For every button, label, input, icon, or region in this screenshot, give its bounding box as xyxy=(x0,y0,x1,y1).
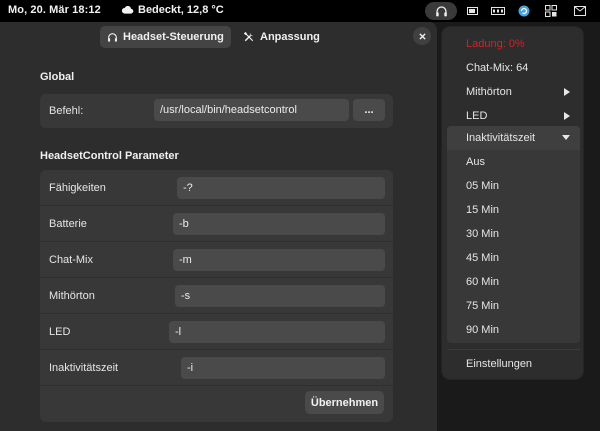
notifications-icon xyxy=(574,6,586,16)
notifications-tray-button[interactable] xyxy=(573,2,587,20)
tab-label: Headset-Steuerung xyxy=(123,31,224,43)
clock[interactable]: Mo, 20. Mär 18:12 xyxy=(8,4,101,16)
global-section-title: Global xyxy=(40,71,75,83)
sidetone-input[interactable]: -s xyxy=(175,285,385,307)
param-row-battery: Batterie -b xyxy=(40,206,393,242)
chat-mix-input[interactable]: -m xyxy=(173,249,385,271)
apps-tray-button[interactable] xyxy=(544,2,558,20)
menu-item-sidetone[interactable]: Mithörton xyxy=(447,80,580,104)
tab-label: Anpassung xyxy=(260,31,320,43)
weather-text: Bedeckt, 12,8 °C xyxy=(138,3,224,16)
param-label: Inaktivitätszeit xyxy=(49,362,119,374)
tools-icon xyxy=(243,31,254,42)
submenu-item-75-min[interactable]: 75 Min xyxy=(447,294,580,318)
close-button[interactable] xyxy=(413,27,431,45)
submenu-item-90-min[interactable]: 90 Min xyxy=(447,318,580,342)
menu-item-label: Mithörton xyxy=(466,86,512,98)
chevron-right-icon xyxy=(564,112,570,120)
submenu-item-15-min[interactable]: 15 Min xyxy=(447,198,580,222)
capabilities-input[interactable]: -? xyxy=(177,177,385,199)
param-label: Chat-Mix xyxy=(49,254,94,266)
update-icon xyxy=(518,5,530,17)
menu-item-label: Inaktivitätszeit xyxy=(466,132,536,144)
menu-item-chat-mix: Chat-Mix: 64 xyxy=(466,62,529,74)
param-row-chat-mix: Chat-Mix -m xyxy=(40,242,393,278)
menu-separator xyxy=(447,349,580,350)
top-panel: Mo, 20. Mär 18:12 Bedeckt, 12,8 °C xyxy=(0,0,600,22)
chevron-right-icon xyxy=(564,88,570,96)
network-tray-button[interactable] xyxy=(490,2,506,20)
submenu-item-45-min[interactable]: 45 Min xyxy=(447,246,580,270)
param-label: Batterie xyxy=(49,218,87,230)
param-row-inactive-time: Inaktivitätszeit -i xyxy=(40,350,393,386)
battery-input[interactable]: -b xyxy=(173,213,385,235)
param-row-sidetone: Mithörton -s xyxy=(40,278,393,314)
apps-icon xyxy=(545,5,557,17)
submenu-item-60-min[interactable]: 60 Min xyxy=(447,270,580,294)
header-bar: Headset-Steuerung Anpassung xyxy=(0,22,437,52)
headset-control-window: Headset-Steuerung Anpassung Global Befeh… xyxy=(0,22,437,431)
param-row-capabilities: Fähigkeiten -? xyxy=(40,170,393,206)
cloud-icon xyxy=(121,5,134,14)
weather-indicator[interactable]: Bedeckt, 12,8 °C xyxy=(121,3,224,16)
inactive-time-submenu: Aus 05 Min 15 Min 30 Min 45 Min 60 Min 7… xyxy=(447,150,580,343)
param-label: LED xyxy=(49,326,71,338)
led-input[interactable]: -l xyxy=(169,321,385,343)
menu-item-led[interactable]: LED xyxy=(447,104,580,128)
tab-headset-control[interactable]: Headset-Steuerung xyxy=(100,26,231,48)
param-label: Fähigkeiten xyxy=(49,182,106,194)
command-label: Befehl: xyxy=(49,105,84,117)
browse-button[interactable]: ... xyxy=(353,99,385,121)
submenu-item-off[interactable]: Aus xyxy=(447,150,580,174)
menu-item-inactive-time[interactable]: Inaktivitätszeit xyxy=(447,126,580,150)
menu-item-battery: Ladung: 0% xyxy=(466,38,525,50)
inactive-time-input[interactable]: -i xyxy=(181,357,385,379)
apply-button[interactable]: Übernehmen xyxy=(305,391,384,414)
battery-tray-button[interactable] xyxy=(466,2,480,20)
menu-item-settings[interactable]: Einstellungen xyxy=(447,352,580,376)
param-label: Mithörton xyxy=(49,290,95,302)
headset-tray-button[interactable] xyxy=(425,2,457,20)
tab-customization[interactable]: Anpassung xyxy=(236,26,327,48)
headset-icon xyxy=(108,32,117,42)
param-row-led: LED -l xyxy=(40,314,393,350)
network-icon xyxy=(491,7,505,15)
menu-item-label: LED xyxy=(466,110,488,122)
update-tray-button[interactable] xyxy=(517,2,531,20)
params-section-title: HeadsetControl Parameter xyxy=(40,150,179,162)
submenu-item-05-min[interactable]: 05 Min xyxy=(447,174,580,198)
headset-tray-menu: Ladung: 0% Chat-Mix: 64 Mithörton LED In… xyxy=(441,26,584,380)
chevron-down-icon xyxy=(562,135,570,140)
close-icon xyxy=(418,32,426,40)
params-card: Fähigkeiten -? Batterie -b Chat-Mix -m M… xyxy=(40,170,393,422)
battery-icon xyxy=(467,7,478,15)
global-card: Befehl: /usr/local/bin/headsetcontrol ..… xyxy=(40,94,393,128)
headset-icon xyxy=(435,5,447,16)
command-input[interactable]: /usr/local/bin/headsetcontrol xyxy=(154,99,349,121)
submenu-item-30-min[interactable]: 30 Min xyxy=(447,222,580,246)
